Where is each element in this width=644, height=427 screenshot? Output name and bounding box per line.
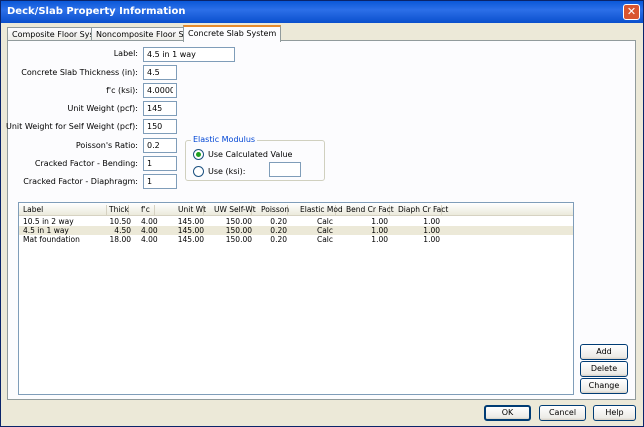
elastic-modulus-group: Elastic Modulus Use Calculated Value Use…: [185, 135, 325, 181]
cell-diaph-cr-fact: 1.00: [423, 235, 440, 244]
label-input[interactable]: [143, 47, 235, 62]
cell-bend-cr-fact: 1.00: [371, 235, 388, 244]
self-weight-input[interactable]: [143, 119, 177, 134]
fc-input[interactable]: [143, 83, 177, 98]
elastic-modulus-title: Elastic Modulus: [191, 135, 258, 144]
col-fc[interactable]: f'c: [141, 205, 155, 215]
col-diaph-cr-fact[interactable]: Diaph Cr Fact: [398, 205, 448, 215]
col-elastic-mod[interactable]: Elastic Mod: [300, 205, 343, 215]
self-weight-caption: Unit Weight for Self Weight (pcf):: [5, 122, 138, 131]
table-row[interactable]: Mat foundation 18.00 4.00 145.00 150.00 …: [19, 235, 573, 244]
col-unit-wt[interactable]: Unit Wt: [178, 205, 206, 215]
title-bar[interactable]: Deck/Slab Property Information ✕: [1, 1, 643, 23]
diaphragm-caption: Cracked Factor - Diaphragm:: [23, 177, 138, 186]
slab-table[interactable]: Label Thick f'c Unit Wt UW Self-Wt Poiss…: [18, 202, 574, 395]
ksi-input[interactable]: [269, 162, 301, 177]
use-calculated-radio[interactable]: [193, 149, 204, 160]
help-button[interactable]: Help: [593, 405, 636, 421]
bending-caption: Cracked Factor - Bending:: [34, 159, 138, 168]
thickness-caption: Concrete Slab Thickness (in):: [21, 68, 138, 77]
use-calculated-label[interactable]: Use Calculated Value: [208, 150, 292, 159]
thickness-input[interactable]: [143, 65, 177, 80]
col-poisson[interactable]: Poisson: [261, 205, 289, 215]
close-button[interactable]: ✕: [623, 4, 640, 20]
cancel-button[interactable]: Cancel: [539, 405, 586, 421]
fc-caption: f'c (ksi):: [106, 86, 138, 95]
cell-fc: 4.00: [141, 235, 158, 244]
unit-weight-input[interactable]: [143, 101, 177, 116]
bending-input[interactable]: [143, 156, 177, 171]
unit-weight-caption: Unit Weight (pcf):: [67, 104, 138, 113]
col-bend-cr-fact[interactable]: Bend Cr Fact: [346, 205, 394, 215]
use-ksi-radio[interactable]: [193, 166, 204, 177]
col-label[interactable]: Label: [23, 205, 107, 215]
table-row-selected[interactable]: 4.5 in 1 way 4.50 4.00 145.00 150.00 0.2…: [19, 226, 573, 235]
delete-button[interactable]: Delete: [580, 361, 628, 377]
cell-uw-self-wt: 150.00: [225, 235, 252, 244]
dialog-window: Deck/Slab Property Information ✕ Composi…: [0, 0, 644, 427]
col-uw-self-wt[interactable]: UW Self-Wt: [214, 205, 256, 215]
table-row[interactable]: 10.5 in 2 way 10.50 4.00 145.00 150.00 0…: [19, 217, 573, 226]
poisson-input[interactable]: [143, 138, 177, 153]
use-ksi-label[interactable]: Use (ksi):: [208, 167, 245, 176]
poisson-caption: Poisson's Ratio:: [75, 141, 138, 150]
cell-elastic-mod: Calc: [316, 235, 333, 244]
tab-panel: Label: Concrete Slab Thickness (in): f'c…: [6, 40, 636, 400]
window-title: Deck/Slab Property Information: [7, 6, 186, 17]
cell-poisson: 0.20: [270, 235, 287, 244]
change-button[interactable]: Change: [580, 378, 628, 394]
cell-thick: 18.00: [109, 235, 131, 244]
add-button[interactable]: Add: [580, 344, 628, 360]
label-caption: Label:: [113, 49, 138, 58]
tab-concrete-slab[interactable]: Concrete Slab System: [183, 25, 282, 42]
cell-label: Mat foundation: [23, 235, 80, 244]
col-thick[interactable]: Thick: [109, 205, 129, 215]
table-header: Label Thick f'c Unit Wt UW Self-Wt Poiss…: [19, 203, 573, 216]
cell-unit-wt: 145.00: [177, 235, 204, 244]
diaphragm-input[interactable]: [143, 174, 177, 189]
ok-button[interactable]: OK: [484, 405, 531, 421]
